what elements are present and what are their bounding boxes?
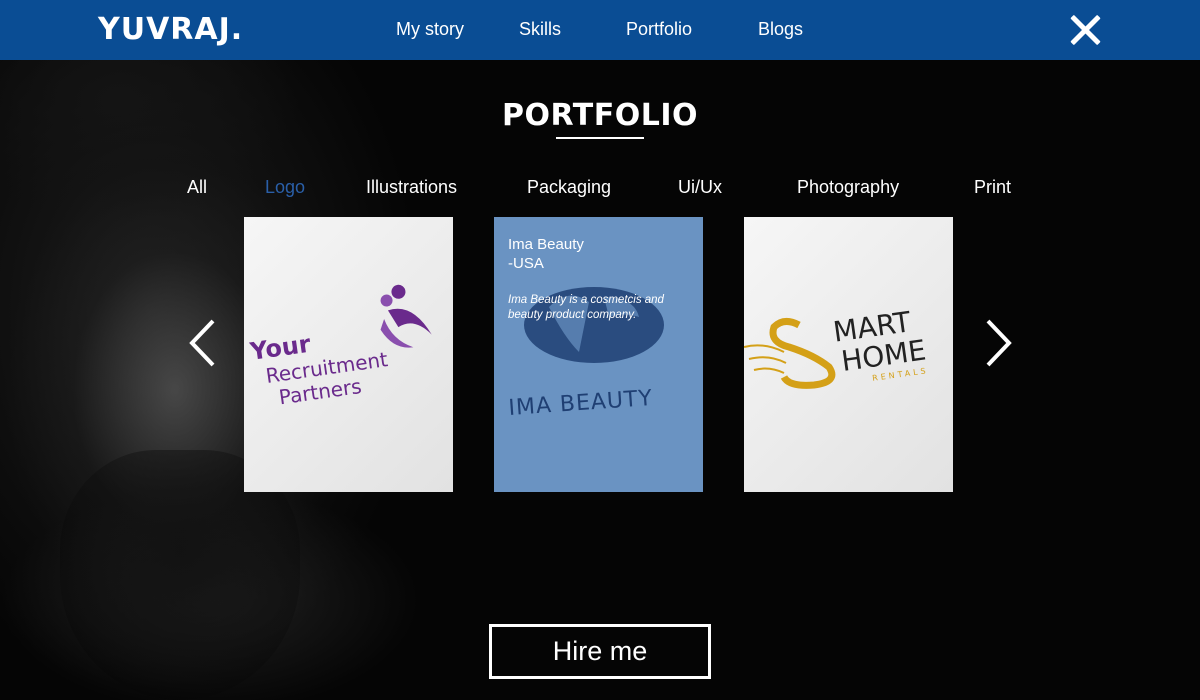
heading-underline <box>556 137 644 139</box>
card-title: Ima Beauty -USA <box>508 235 688 273</box>
chevron-left-icon[interactable] <box>188 318 218 368</box>
filter-logo[interactable]: Logo <box>265 176 305 198</box>
filter-packaging[interactable]: Packaging <box>527 176 611 198</box>
card-title-line1: Ima Beauty <box>508 236 584 253</box>
filter-all[interactable]: All <box>187 176 207 198</box>
close-icon[interactable] <box>1070 14 1102 46</box>
top-navigation-bar: YUVRAJ. My story Skills Portfolio Blogs <box>0 0 1200 60</box>
site-logo[interactable]: YUVRAJ. <box>98 12 243 48</box>
portfolio-card-ima-beauty[interactable]: IMA BEAUTY Ima Beauty -USA Ima Beauty is… <box>494 217 703 492</box>
nav-skills[interactable]: Skills <box>519 17 561 41</box>
hire-me-button[interactable]: Hire me <box>489 624 711 679</box>
filter-ui-ux[interactable]: Ui/Ux <box>678 176 722 198</box>
filter-illustrations[interactable]: Illustrations <box>366 176 457 198</box>
filter-photography[interactable]: Photography <box>797 176 899 198</box>
nav-blogs[interactable]: Blogs <box>758 17 803 41</box>
card-description: Ima Beauty is a cosmetcis and beauty pro… <box>508 294 664 321</box>
nav-portfolio[interactable]: Portfolio <box>626 17 692 41</box>
smart-home-logo: MART HOME RENTALS <box>744 305 929 389</box>
portfolio-card-smart-home[interactable]: MART HOME RENTALS <box>744 217 953 492</box>
ima-beauty-logo-text: IMA BEAUTY <box>508 386 654 421</box>
filter-print[interactable]: Print <box>974 176 1011 198</box>
chevron-right-icon[interactable] <box>983 318 1013 368</box>
recruitment-logo: Your Recruitment Partners <box>247 284 432 409</box>
background-hair-shade <box>0 60 300 220</box>
portfolio-card-recruitment[interactable]: Your Recruitment Partners <box>244 217 453 492</box>
nav-my-story[interactable]: My story <box>396 17 464 41</box>
card-title-line2: -USA <box>508 255 544 272</box>
portfolio-heading: PORTFOLIO <box>502 98 698 133</box>
